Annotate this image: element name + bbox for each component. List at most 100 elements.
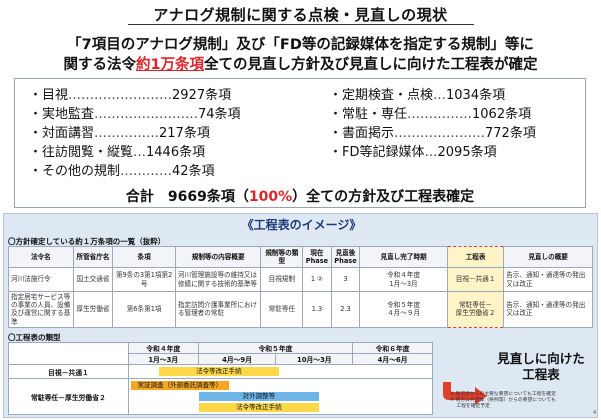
- table-cell: 告示、通知・通達等の発出又は改正: [503, 267, 593, 292]
- table-cell: 河川法施行令: [8, 267, 74, 292]
- stat-label: ・実地監査: [29, 107, 95, 122]
- stat-label: ・FD等記録媒体: [329, 145, 425, 160]
- table-cell: 指定居宅サービス等の事業の人員、設備及び運営に関する基準: [8, 291, 74, 328]
- table-cell: 第9条の3第1項第2号: [112, 267, 176, 292]
- col-header: 規制等の類型: [260, 246, 304, 268]
- total-suffix: ）全ての方針及び工程表確定: [292, 189, 475, 205]
- stat-item: ・実地監査……………………74条項: [29, 103, 241, 122]
- stat-value: 1446条項: [146, 145, 206, 160]
- stat-dots: …………: [120, 164, 173, 179]
- stat-value: 2095条項: [437, 145, 497, 160]
- schedule-row: 目視－共通１ 法令等改正手続: [8, 364, 434, 379]
- table-cell: 常駐専任－ 厚生労働省２: [446, 291, 505, 328]
- table-cell: 厚生労働省: [72, 291, 114, 328]
- table-cell: 第6条第1項: [112, 291, 176, 328]
- stat-label: ・定期検査・点検: [329, 88, 434, 103]
- stat-label: ・書面掲示: [329, 126, 395, 141]
- table-cell: 3: [330, 267, 361, 292]
- stat-dots: ……………: [94, 126, 160, 141]
- total-line: 合計 9669条項（100%）全ての方針及び工程表確定: [15, 186, 585, 206]
- period-header: 4月～9月: [197, 353, 277, 365]
- stat-item: ・定期検査・点検…1034条項: [329, 84, 505, 103]
- period-header: 1月～3月: [127, 353, 199, 365]
- stat-item: ・往訪閲覧・縦覧…1446条項: [29, 141, 205, 160]
- gantt-bar: 対外調整等: [198, 392, 319, 401]
- stat-dots: …: [133, 145, 147, 160]
- stat-dots: …: [424, 145, 438, 160]
- col-header: 見直し完了時期: [359, 246, 448, 268]
- col-header: 条項: [112, 246, 176, 268]
- col-header: 現在Phase: [302, 246, 332, 268]
- year-header: 令和６年度: [352, 342, 433, 354]
- table-cell: 告示、通知・通達等の発出又は改正: [503, 291, 593, 328]
- lead-count-accent: 約1万条項: [135, 57, 205, 73]
- year-header: 令和５年度: [197, 342, 354, 354]
- stat-label: ・その他の規制: [29, 164, 121, 179]
- table-cell: 2.3: [330, 291, 361, 328]
- table-header-row: 法令名 所管省庁名 条項 規制等の内容概要 規制等の類型 現在Phase 見直後…: [8, 246, 593, 268]
- col-header: 法令名: [8, 246, 74, 268]
- stat-dots: …………………: [394, 126, 486, 141]
- stat-value: 2927条項: [172, 88, 232, 103]
- total-prefix: 合計 9669条項（: [125, 189, 249, 205]
- table-cell: 常駐専任: [260, 291, 304, 328]
- schedule-corner: [8, 342, 129, 365]
- policy-table: 法令名 所管省庁名 条項 規制等の内容概要 規制等の類型 現在Phase 見直後…: [8, 246, 593, 328]
- col-header: 見直後Phase: [330, 246, 361, 268]
- table-cell: 目視規制: [260, 267, 304, 292]
- lead-line-2: 関する法令約1万条項全ての見直し方針及び見直しに向けた工程表が確定: [0, 53, 601, 74]
- gantt-bar: 法令等改正手続: [198, 403, 319, 412]
- col-header: 規制等の内容概要: [174, 246, 262, 268]
- col-header: 見直しの概要: [503, 246, 593, 268]
- table-cell: 令和５年度 ４月～９月: [359, 291, 448, 328]
- stat-dots: ……………………: [68, 88, 173, 103]
- period-header: 4月～6月: [352, 353, 433, 365]
- stat-item: ・書面掲示…………………772条項: [329, 122, 536, 141]
- schedule-row: 常駐専任－厚生労働省２ 実証調査（外部委託調査等） 対外調整等 法令等改正手続: [8, 378, 434, 415]
- lead-line-2-prefix: 関する法令: [63, 57, 136, 73]
- stat-label: ・目視: [29, 88, 69, 103]
- stat-value: 42条項: [172, 164, 215, 179]
- schedule-table: 令和４年度 令和５年度 令和６年度 1月～3月 4月～9月 10月～3月 4月～…: [8, 342, 434, 415]
- stat-label: ・対面講習: [29, 126, 95, 141]
- stats-box: ・目視……………………2927条項 ・実地監査……………………74条項 ・対面講…: [14, 78, 586, 208]
- footnotes: ※ 経済界からの主要な要望についても工程を確定 ※ 地方公共団体（条例等）からの…: [450, 392, 596, 410]
- stat-value: 74条項: [198, 107, 241, 122]
- image-title: 《工程表のイメージ》: [241, 218, 362, 232]
- stat-value: 1034条項: [446, 88, 506, 103]
- stat-dots: ……………: [407, 107, 473, 122]
- gantt-cell: 実証調査（外部委託調査等） 対外調整等 法令等改正手続: [127, 378, 434, 415]
- stat-item: ・FD等記録媒体…2095条項: [329, 141, 497, 160]
- period-header: 10月～3月: [275, 353, 354, 365]
- stat-label: ・往訪閲覧・縦覧: [29, 145, 134, 160]
- gantt-bar: 実証調査（外部委託調査等）: [130, 381, 229, 390]
- col-header: 工程表: [446, 246, 505, 268]
- gantt-bar: 法令等改正手続: [158, 367, 279, 376]
- stat-item: ・目視……………………2927条項: [29, 84, 231, 103]
- stat-label: ・常駐・専任: [329, 107, 408, 122]
- schedule-row-label: 常駐専任－厚生労働省２: [8, 378, 129, 415]
- stat-value: 772条項: [485, 126, 536, 141]
- footnote: 工程を確定予定: [450, 404, 490, 409]
- schedule-year-row: 令和４年度 令和５年度 令和６年度: [8, 342, 433, 365]
- stat-value: 217条項: [159, 126, 210, 141]
- table-cell: 河川管理施設等の維持又は修繕に関する技術的基準等: [174, 267, 262, 292]
- col-header: 所管省庁名: [72, 246, 114, 268]
- stat-item: ・対面講習……………217条項: [29, 122, 210, 141]
- schedule-row-label: 目視－共通１: [8, 364, 129, 379]
- gantt-cell: 法令等改正手続: [127, 364, 434, 379]
- stat-item: ・その他の規制…………42条項: [29, 160, 215, 179]
- title-underline: [128, 24, 474, 25]
- callout-label: 見直しに向けた 工程表: [497, 351, 585, 382]
- page-title: アナログ規制に関する点検・見直しの現状: [153, 6, 448, 24]
- stat-dots: ……………………: [94, 107, 199, 122]
- table-row: 河川法施行令 国土交通省 第9条の3第1項第2号 河川管理施設等の維持又は修繕に…: [8, 267, 593, 292]
- table-cell: 指定訪問介護事業所における管理者の常駐: [174, 291, 262, 328]
- page-number: 4: [593, 410, 597, 416]
- schedule-image-panel: 《工程表のイメージ》 〇方針確定している約１万条項の一覧（抜粋） 法令名 所管省…: [3, 213, 598, 418]
- total-percent: 100%: [248, 189, 293, 205]
- table-cell: 国土交通省: [72, 267, 114, 292]
- table-cell: 目視－共通１: [446, 267, 505, 292]
- stat-item: ・常駐・専任……………1062条項: [329, 103, 531, 122]
- stat-dots: …: [433, 88, 447, 103]
